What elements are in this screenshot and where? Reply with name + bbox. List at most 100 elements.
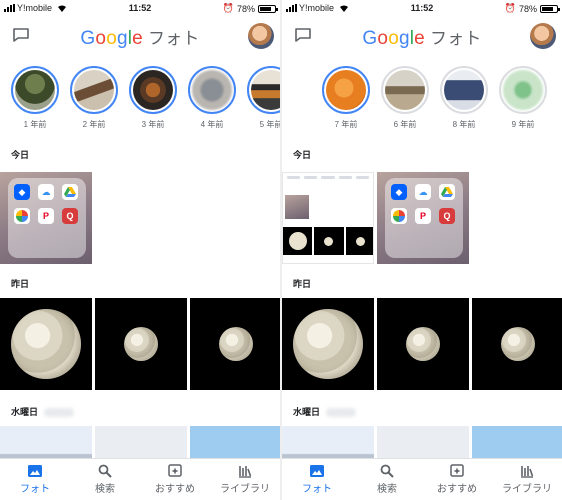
nav-label: 検索 [95, 484, 115, 495]
status-right: ⏰ 78% [504, 3, 560, 14]
memory-label: 9 年前 [511, 120, 535, 129]
memory-label: 6 年前 [393, 120, 417, 129]
memory-label: 8 年前 [452, 120, 476, 129]
memories-carousel[interactable]: 7 年前 6 年前 8 年前 9 年前 [282, 66, 562, 138]
memory-thumbnail [385, 70, 425, 110]
assistant-icon [449, 464, 465, 478]
search-icon [97, 464, 113, 478]
blurred-date [326, 408, 357, 418]
photo-row-today: ◆ ☁ P Q [0, 172, 280, 264]
memory-thumbnail [251, 70, 280, 110]
avatar[interactable] [530, 23, 556, 49]
mini-memories [287, 176, 370, 180]
photo-thumbnail[interactable] [282, 298, 374, 390]
status-bar: Y!mobile 11:52 ⏰ 78% [282, 0, 562, 16]
photos-icon [14, 208, 30, 224]
memory-label: 1 年前 [23, 120, 47, 129]
moon-photo [293, 309, 363, 379]
assistant-icon [167, 464, 183, 478]
bottom-navigation: フォト 検索 おすすめ ライブラリ [282, 458, 562, 500]
section-title-wednesday: 水曜日 [11, 405, 75, 418]
google-photos-logo: Google フォト [362, 28, 482, 49]
library-icon [519, 464, 535, 478]
memory-label: 2 年前 [82, 120, 106, 129]
memory-thumbnail [74, 70, 114, 110]
nav-label: ライブラリ [502, 484, 552, 495]
memory-item[interactable]: 1 年前 [11, 66, 59, 138]
blurred-date [44, 408, 75, 418]
nav-assistant[interactable]: おすすめ [422, 459, 492, 500]
bottom-navigation: フォト 検索 おすすめ ライブラリ [0, 458, 280, 500]
nav-label: フォト [302, 484, 332, 495]
dropbox-icon: ◆ [14, 184, 30, 200]
app-folder: ◆ ☁ P Q [8, 178, 86, 258]
app-header: Google フォト [282, 16, 562, 56]
phone-screen-left: Y!mobile 11:52 ⏰ 78% Google フォト 1 年前 2 年前… [0, 0, 280, 500]
nav-library[interactable]: ライブラリ [492, 459, 562, 500]
memory-thumbnail [326, 70, 366, 110]
memory-thumbnail [192, 70, 232, 110]
moon-photo [501, 327, 535, 361]
photo-thumbnail[interactable] [190, 298, 280, 390]
memory-item[interactable]: 6 年前 [381, 66, 429, 138]
nav-label: おすすめ [437, 484, 477, 495]
memory-item[interactable]: 2 年前 [70, 66, 118, 138]
nav-label: ライブラリ [220, 484, 270, 495]
pinterest-icon: P [38, 208, 54, 224]
moon-photo [219, 327, 253, 361]
search-icon [379, 464, 395, 478]
memory-item[interactable]: 4 年前 [188, 66, 236, 138]
moon-photo [406, 327, 440, 361]
section-title-wednesday: 水曜日 [293, 405, 357, 418]
photo-thumbnail[interactable]: ◆ ☁ P Q [377, 172, 469, 264]
pinterest-icon: P [415, 208, 431, 224]
memory-item[interactable]: 7 年前 [322, 66, 370, 138]
section-title-yesterday: 昨日 [293, 279, 312, 289]
mini-moons-row [283, 227, 373, 255]
memory-thumbnail [444, 70, 484, 110]
nav-search[interactable]: 検索 [352, 459, 422, 500]
photo-row-yesterday [0, 298, 280, 390]
photo-thumbnail[interactable] [0, 298, 92, 390]
memory-label: 7 年前 [334, 120, 358, 129]
memory-item[interactable]: 9 年前 [499, 66, 547, 138]
drive-icon [62, 184, 78, 200]
avatar[interactable] [248, 23, 274, 49]
app-folder: ◆ ☁ P Q [385, 178, 463, 258]
nav-library[interactable]: ライブラリ [210, 459, 280, 500]
memory-thumbnail [133, 70, 173, 110]
status-bar: Y!mobile 11:52 ⏰ 78% [0, 0, 280, 16]
alarm-icon: ⏰ [504, 3, 516, 13]
memories-carousel[interactable]: 1 年前 2 年前 3 年前 4 年前 5 年前 [0, 66, 280, 138]
icloud-icon: ☁ [38, 184, 54, 200]
section-title-today: 今日 [11, 150, 30, 160]
section-title-today: 今日 [293, 150, 312, 160]
status-right: ⏰ 78% [222, 3, 278, 14]
nav-photos[interactable]: フォト [0, 459, 70, 500]
drive-icon [439, 184, 455, 200]
moon-photo [11, 309, 81, 379]
photo-thumbnail[interactable] [95, 298, 187, 390]
battery-icon [540, 4, 560, 13]
dropbox-icon: ◆ [391, 184, 407, 200]
memory-item[interactable]: 8 年前 [440, 66, 488, 138]
memory-item[interactable]: 3 年前 [129, 66, 177, 138]
nav-assistant[interactable]: おすすめ [140, 459, 210, 500]
photo-thumbnail[interactable]: ◆ ☁ P Q [0, 172, 92, 264]
google-photos-logo: Google フォト [80, 28, 200, 49]
alarm-icon: ⏰ [222, 3, 234, 13]
moon-photo [124, 327, 158, 361]
library-icon [237, 464, 253, 478]
nav-photos[interactable]: フォト [282, 459, 352, 500]
photo-thumbnail[interactable] [472, 298, 562, 390]
photo-thumbnail[interactable] [282, 172, 374, 264]
nav-search[interactable]: 検索 [70, 459, 140, 500]
photo-thumbnail[interactable] [377, 298, 469, 390]
q-app-icon: Q [439, 208, 455, 224]
memory-label: 5 年前 [259, 120, 280, 129]
memory-thumbnail [503, 70, 543, 110]
battery-percent: 78% [236, 3, 255, 14]
phone-screen-right: Y!mobile 11:52 ⏰ 78% Google フォト 7 年前 6 年前… [282, 0, 562, 500]
memory-item[interactable]: 5 年前 [247, 66, 280, 138]
photo-icon [27, 464, 43, 478]
